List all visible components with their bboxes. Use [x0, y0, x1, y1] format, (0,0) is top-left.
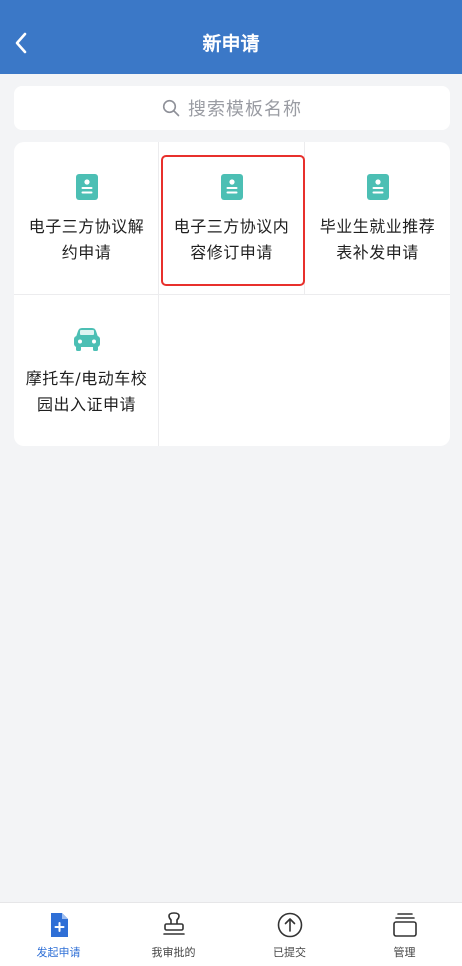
tab-label: 发起申请 [36, 946, 81, 959]
tab-new-application[interactable]: 发起申请 [1, 911, 116, 965]
template-item-vehicle-pass[interactable]: 摩托车/电动车校园出入证申请 [14, 294, 159, 446]
template-label: 电子三方协议解约申请 [28, 217, 145, 262]
template-label: 毕业生就业推荐表补发申请 [319, 217, 436, 262]
template-label: 电子三方协议内容修订申请 [173, 217, 290, 262]
template-item-reissue[interactable]: 毕业生就业推荐表补发申请 [305, 142, 450, 294]
tab-my-approvals[interactable]: 我审批的 [116, 911, 231, 965]
upload-circle-icon [277, 912, 302, 938]
tab-label: 已提交 [273, 946, 306, 959]
template-item-revision[interactable]: 电子三方协议内容修订申请 [159, 142, 304, 294]
tab-submitted[interactable]: 已提交 [232, 911, 347, 965]
car-icon [73, 328, 100, 351]
stamp-icon [162, 912, 185, 935]
tab-manage[interactable]: 管理 [347, 911, 462, 965]
search-input[interactable]: 搜索模板名称 [14, 86, 450, 130]
document-icon [366, 174, 389, 200]
bottom-tab-bar: 发起申请 我审批的 已提交 管理 [0, 902, 462, 966]
document-icon [220, 174, 243, 200]
header-bar: 新申请 [0, 0, 462, 74]
document-icon [75, 174, 98, 200]
template-label: 摩托车/电动车校园出入证申请 [25, 369, 148, 414]
page-title: 新申请 [202, 33, 260, 55]
tab-label: 管理 [393, 946, 416, 959]
search-icon [162, 99, 180, 117]
stack-icon [392, 913, 417, 937]
template-item-termination[interactable]: 电子三方协议解约申请 [14, 142, 159, 294]
template-grid: 电子三方协议解约申请 电子三方协议内容修订申请 毕业生就业推荐表补发申请 摩托车… [14, 142, 450, 446]
search-placeholder: 搜索模板名称 [188, 99, 302, 120]
add-document-icon [50, 913, 68, 937]
tab-label: 我审批的 [151, 946, 196, 959]
